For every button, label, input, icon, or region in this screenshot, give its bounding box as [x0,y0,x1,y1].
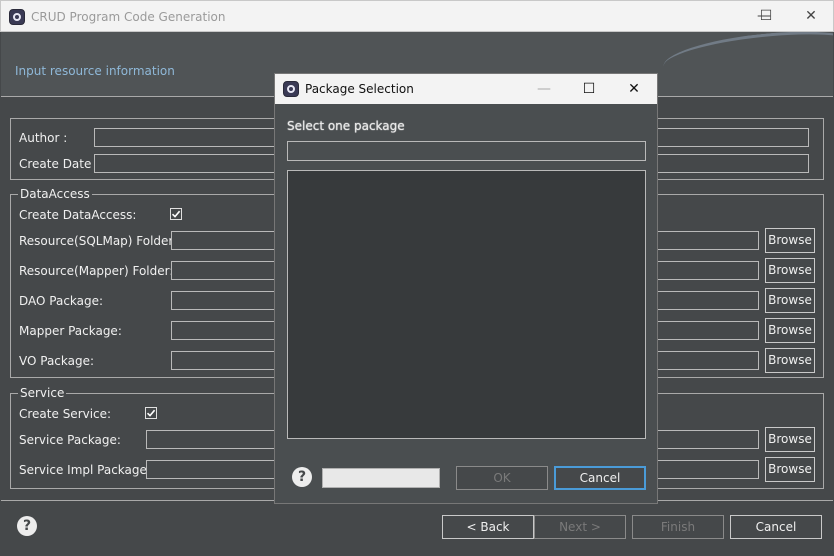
resource-mapper-folder-label: Resource(Mapper) Folder: [19,264,174,278]
dialog-ok-button[interactable]: OK [456,466,548,490]
mapper-package-label: Mapper Package: [19,324,122,338]
create-service-label: Create Service: [19,407,112,421]
dialog-maximize-button[interactable]: ☐ [566,74,612,104]
browse-sqlmap-button[interactable]: Browse [765,228,815,253]
back-button[interactable]: < Back [442,515,534,539]
browse-vo-button[interactable]: Browse [765,348,815,373]
browse-mapper-package-button[interactable]: Browse [765,318,815,343]
close-button[interactable]: ✕ [788,1,834,31]
app-icon [9,9,25,25]
dialog-titlebar: Package Selection — ☐ ✕ [275,74,657,104]
create-dataaccess-checkbox[interactable] [170,208,182,220]
dialog-status-field [322,468,440,488]
finish-button[interactable]: Finish [632,515,724,539]
maximize-button[interactable]: ☐ [743,1,789,31]
package-selection-dialog: Package Selection — ☐ ✕ Select one packa… [274,73,658,504]
help-icon[interactable]: ? [17,516,37,536]
resource-sqlmap-folder-label: Resource(SQLMap) Folder: [19,234,178,248]
window-title: CRUD Program Code Generation [31,10,226,24]
service-package-label: Service Package: [19,433,121,447]
package-list[interactable] [287,170,646,439]
author-label: Author : [19,131,68,145]
create-dataaccess-label: Create DataAccess: [19,208,137,222]
browse-dao-button[interactable]: Browse [765,288,815,313]
select-package-label: Select one package [287,119,405,133]
package-filter-input[interactable] [287,141,646,161]
browse-service-impl-button[interactable]: Browse [765,457,815,482]
service-impl-package-label: Service Impl Package: [19,463,151,477]
next-button[interactable]: Next > [534,515,626,539]
service-group-label: Service [18,386,67,400]
vo-package-label: VO Package: [19,354,95,368]
dialog-app-icon [283,81,299,97]
dialog-help-icon[interactable]: ? [292,467,312,487]
dataaccess-group-label: DataAccess [18,187,92,201]
dialog-close-button[interactable]: ✕ [611,74,657,104]
dialog-body: Select one package ? OK Cancel [275,104,657,503]
dialog-minimize-button[interactable]: — [521,74,567,104]
browse-mapper-folder-button[interactable]: Browse [765,258,815,283]
cancel-button[interactable]: Cancel [730,515,822,539]
window-titlebar: CRUD Program Code Generation — ☐ ✕ [0,0,834,32]
dialog-title: Package Selection [305,82,414,96]
header-banner-graphic [661,32,833,89]
wizard-subtitle: Input resource information [15,64,175,78]
dao-package-label: DAO Package: [19,294,104,308]
dialog-cancel-button[interactable]: Cancel [554,466,646,490]
create-service-checkbox[interactable] [145,407,157,419]
create-date-label: Create Date : [19,157,100,171]
browse-service-button[interactable]: Browse [765,427,815,452]
